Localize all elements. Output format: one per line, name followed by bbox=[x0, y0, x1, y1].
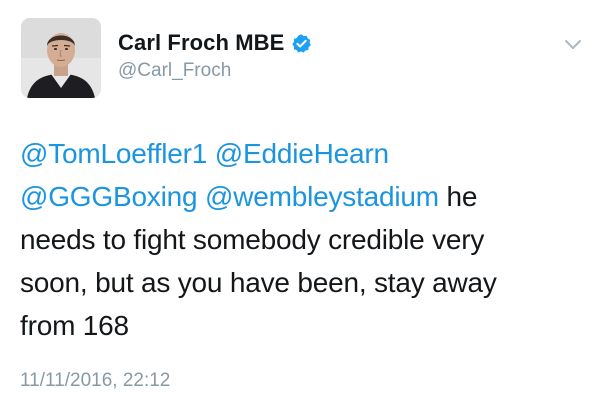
avatar-photo bbox=[21, 18, 101, 98]
tweet-text-fragment: he bbox=[438, 181, 478, 212]
user-handle[interactable]: @Carl_Froch bbox=[118, 60, 231, 82]
user-name-row[interactable]: Carl Froch MBE bbox=[118, 28, 312, 58]
chevron-down-icon[interactable] bbox=[562, 33, 584, 55]
mention-link[interactable]: @TomLoeffler1 bbox=[20, 138, 207, 169]
display-name[interactable]: Carl Froch MBE bbox=[118, 30, 284, 56]
mention-link[interactable]: @GGGBoxing bbox=[20, 181, 198, 212]
tweet-text: @TomLoeffler1 @EddieHearn @GGGBoxing @we… bbox=[20, 132, 580, 347]
tweet-line: @TomLoeffler1 @EddieHearn bbox=[20, 132, 580, 175]
mention-link[interactable]: @EddieHearn bbox=[215, 138, 389, 169]
tweet-line: soon, but as you have been, stay away bbox=[20, 267, 497, 298]
tweet-card: Carl Froch MBE @Carl_Froch @TomLoeffler1… bbox=[0, 0, 600, 414]
mention-link[interactable]: @wembleystadium bbox=[205, 181, 439, 212]
tweet-line: @GGGBoxing @wembleystadium he bbox=[20, 175, 580, 218]
tweet-line: from 168 bbox=[20, 310, 129, 341]
verified-badge-icon bbox=[291, 33, 312, 54]
tweet-timestamp[interactable]: 11/11/2016, 22:12 bbox=[20, 370, 170, 392]
avatar[interactable] bbox=[21, 18, 101, 98]
tweet-line: needs to fight somebody credible very bbox=[20, 224, 485, 255]
